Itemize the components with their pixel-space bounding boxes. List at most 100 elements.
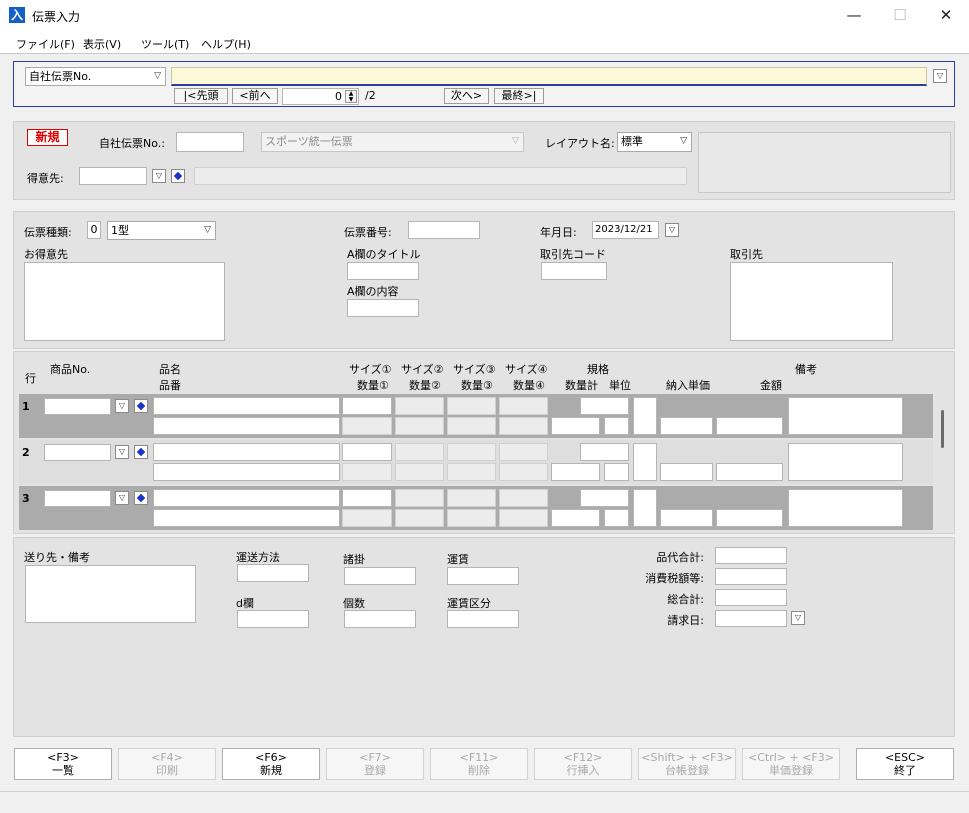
grid-header-row: 行: [25, 372, 36, 385]
a-title-input[interactable]: [347, 262, 419, 280]
f3-list-button[interactable]: <F3> 一覧: [14, 748, 112, 780]
product-lookup-icon[interactable]: [134, 491, 148, 505]
new-badge: 新規: [27, 129, 68, 146]
search-type-select[interactable]: 自社伝票No. ▽: [25, 67, 166, 86]
slip-number-input[interactable]: [408, 221, 480, 239]
esc-exit-button[interactable]: <ESC> 終了: [856, 748, 954, 780]
d-input[interactable]: [237, 610, 309, 628]
grid-scrollbar[interactable]: [936, 394, 952, 530]
partner-box[interactable]: [730, 262, 893, 341]
remarks-input[interactable]: [788, 397, 903, 435]
subtotal-label: 品代合計:: [656, 551, 704, 564]
layout-select[interactable]: 標準 ▽: [617, 132, 692, 152]
remarks-input[interactable]: [788, 489, 903, 527]
page-number-input[interactable]: 0 ▲ ▼: [282, 88, 359, 105]
product-no-input[interactable]: [44, 490, 111, 507]
qty2-input: [395, 463, 444, 481]
menu-file[interactable]: ファイル(F): [16, 36, 75, 52]
unit-input[interactable]: [604, 417, 629, 435]
amount-field: [716, 417, 783, 435]
spec-input[interactable]: [580, 443, 629, 461]
last-button[interactable]: 最終>|: [494, 88, 544, 104]
customer-name-field: [194, 167, 687, 185]
product-lookup-icon[interactable]: [134, 399, 148, 413]
first-button[interactable]: |<先頭: [174, 88, 228, 104]
slip-no-input[interactable]: [176, 132, 244, 152]
customer-address-box[interactable]: [24, 262, 225, 341]
unit-input[interactable]: [604, 509, 629, 527]
billing-date-dropdown[interactable]: ▽: [791, 611, 805, 625]
product-no-input[interactable]: [44, 444, 111, 461]
freight-input[interactable]: [447, 567, 519, 585]
partner-code-input[interactable]: [541, 262, 607, 280]
prev-button[interactable]: <前へ: [232, 88, 278, 104]
unit-price-input[interactable]: [660, 509, 713, 527]
search-input[interactable]: [171, 67, 927, 86]
customer-lookup-icon[interactable]: [171, 169, 185, 183]
date-input[interactable]: 2023/12/21: [592, 221, 659, 239]
count-input[interactable]: [344, 610, 416, 628]
product-name-input[interactable]: [153, 489, 340, 507]
tax-flag-box[interactable]: [633, 397, 657, 435]
size3-input: [447, 397, 496, 415]
unit-price-input[interactable]: [660, 417, 713, 435]
product-name-input[interactable]: [153, 443, 340, 461]
status-bar: [0, 791, 969, 813]
size1-input[interactable]: [342, 489, 392, 507]
billing-date-label: 請求日:: [667, 614, 704, 627]
tax-flag-box[interactable]: [633, 443, 657, 481]
kind-code-input[interactable]: 0: [87, 221, 101, 239]
window-title: 伝票入力: [32, 10, 81, 24]
menu-view[interactable]: 表示(V): [83, 36, 121, 52]
minimize-button[interactable]: —: [831, 0, 877, 32]
qty3-input: [447, 463, 496, 481]
shipping-input[interactable]: [237, 564, 309, 582]
tax-flag-box[interactable]: [633, 489, 657, 527]
billing-date-input[interactable]: [715, 610, 787, 627]
date-label: 年月日:: [540, 226, 577, 239]
product-code-input[interactable]: [153, 417, 340, 435]
grid-header-qty1: 数量①: [357, 379, 389, 392]
product-lookup-icon[interactable]: [134, 445, 148, 459]
kind-select[interactable]: 1型 ▽: [107, 221, 216, 240]
d-label: d欄: [236, 597, 254, 610]
qty1-input: [342, 417, 392, 435]
a-content-input[interactable]: [347, 299, 419, 317]
slip-type-select: スポーツ統一伝票 ▽: [261, 132, 524, 152]
unit-input[interactable]: [604, 463, 629, 481]
f6-new-button[interactable]: <F6> 新規: [222, 748, 320, 780]
next-button[interactable]: 次へ>: [444, 88, 489, 104]
size1-input[interactable]: [342, 443, 392, 461]
remarks-input[interactable]: [788, 443, 903, 481]
misc-input[interactable]: [344, 567, 416, 585]
menu-help[interactable]: ヘルプ(H): [201, 36, 251, 52]
customer-code-input[interactable]: [79, 167, 147, 185]
menu-tools[interactable]: ツール(T): [141, 36, 189, 52]
row-number: 3: [22, 492, 30, 505]
grid-header-remarks: 備考: [795, 363, 817, 376]
search-history-dropdown[interactable]: ▽: [933, 69, 947, 83]
f11-delete-button: <F11> 削除: [430, 748, 528, 780]
freight-type-input[interactable]: [447, 610, 519, 628]
spec-input[interactable]: [580, 489, 629, 507]
customer-dropdown[interactable]: ▽: [152, 169, 166, 183]
maximize-button[interactable]: ☐: [877, 0, 923, 32]
product-name-input[interactable]: [153, 397, 340, 415]
product-code-input[interactable]: [153, 509, 340, 527]
size4-input: [499, 489, 548, 507]
product-dropdown[interactable]: ▽: [115, 445, 129, 459]
tax-label: 消費税額等:: [645, 572, 704, 585]
product-no-input[interactable]: [44, 398, 111, 415]
close-button[interactable]: ✕: [923, 0, 969, 32]
unit-price-input[interactable]: [660, 463, 713, 481]
size1-input[interactable]: [342, 397, 392, 415]
spec-input[interactable]: [580, 397, 629, 415]
product-dropdown[interactable]: ▽: [115, 399, 129, 413]
scrollbar-thumb[interactable]: [941, 410, 944, 448]
calendar-dropdown[interactable]: ▽: [665, 223, 679, 237]
product-dropdown[interactable]: ▽: [115, 491, 129, 505]
page-spinner[interactable]: ▲ ▼: [345, 90, 357, 103]
dest-box[interactable]: [25, 565, 196, 623]
qty4-input: [499, 463, 548, 481]
product-code-input[interactable]: [153, 463, 340, 481]
